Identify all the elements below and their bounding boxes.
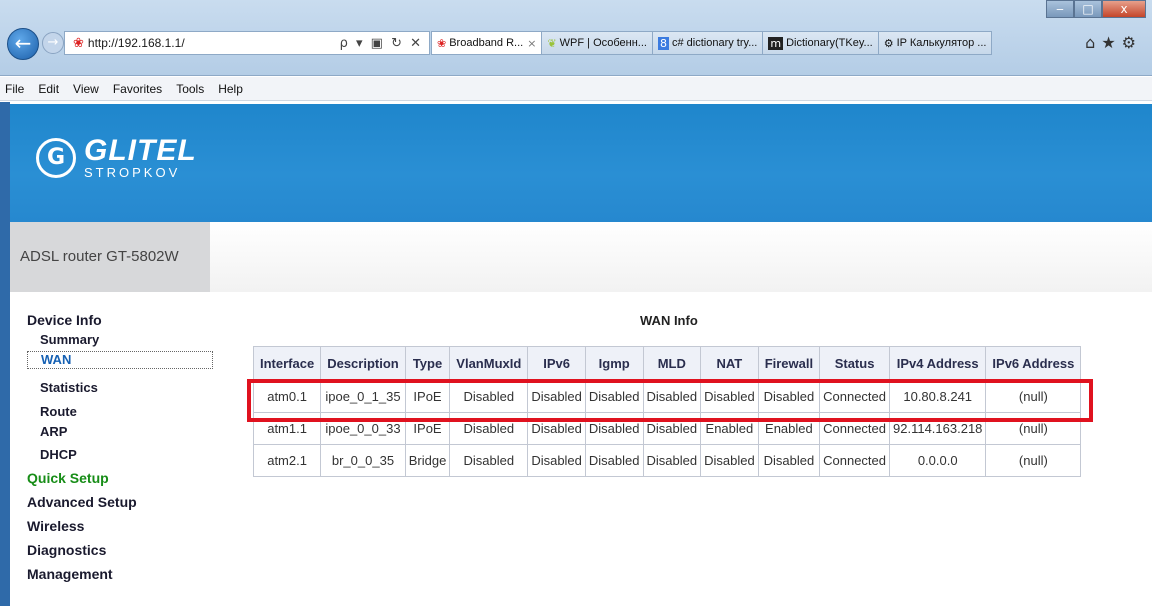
glitel-logo: G GLITEL STROPKOV (36, 136, 197, 180)
tab-close-icon[interactable]: × (527, 37, 536, 50)
model-box: ADSL router GT-5802W (10, 222, 210, 292)
tab-label: WPF | Особенн... (559, 37, 647, 49)
router-page: G GLITEL STROPKOV ADSL router GT-5802W D… (0, 102, 1152, 606)
col-mld: MLD (642, 346, 702, 381)
col-igmp: Igmp (584, 346, 644, 381)
sidebar-item-summary[interactable]: Summary (40, 332, 99, 347)
table-row: atm2.1 br_0_0_35 Bridge Disabled Disable… (252, 444, 1082, 477)
star-icon[interactable]: ★ (1101, 33, 1121, 52)
back-arrow-icon[interactable]: ← (7, 28, 39, 60)
sidebar-item-diagnostics[interactable]: Diagnostics (27, 542, 106, 558)
col-nat: NAT (700, 346, 759, 381)
sidebar-item-route[interactable]: Route (40, 404, 77, 419)
cell: Disabled (700, 444, 759, 477)
sidebar-item-management[interactable]: Management (27, 566, 113, 582)
tab-dictionary[interactable]: m Dictionary(TKey... (763, 31, 879, 55)
huawei-icon: ❀ (437, 36, 447, 50)
logo-word: GLITEL (84, 134, 197, 167)
table-header-row: Interface Description Type VlanMuxId IPv… (252, 346, 1082, 381)
cell: Disabled (757, 444, 821, 477)
col-firewall: Firewall (757, 346, 821, 381)
cell: Disabled (584, 444, 644, 477)
col-type: Type (404, 346, 451, 381)
cell: Disabled (449, 444, 529, 477)
cell: Bridge (404, 444, 451, 477)
menu-file[interactable]: File (5, 82, 24, 96)
huawei-icon: ❀ (73, 35, 84, 51)
router-header: G GLITEL STROPKOV (10, 104, 1152, 222)
menu-help[interactable]: Help (218, 82, 243, 96)
col-status: Status (819, 346, 890, 381)
cell: atm2.1 (252, 444, 322, 477)
close-icon[interactable]: x (1102, 0, 1146, 18)
col-ipv6-address: IPv6 Address (985, 346, 1082, 381)
tab-label: Dictionary(TKey... (786, 37, 873, 49)
col-vlanmuxid: VlanMuxId (449, 346, 529, 381)
address-tools-icons[interactable]: ρ ▾ ▣ ↻ ✕ (340, 36, 423, 51)
leaf-icon: ❦ (547, 36, 557, 50)
tab-label: Broadband R... (449, 37, 524, 49)
cell: (null) (985, 444, 1082, 477)
model-bar: ADSL router GT-5802W (10, 222, 1152, 292)
window-controls: ‒ □ x (1046, 0, 1146, 18)
col-ipv4-address: IPv4 Address (888, 346, 987, 381)
tab-google[interactable]: 8 c# dictionary try... (652, 31, 764, 55)
cell: Disabled (642, 444, 702, 477)
menu-tools[interactable]: Tools (176, 82, 204, 96)
menu-view[interactable]: View (73, 82, 99, 96)
col-description: Description (320, 346, 406, 381)
cell: br_0_0_35 (320, 444, 406, 477)
home-icon[interactable]: ⌂ (1085, 33, 1101, 52)
sidebar-item-wan[interactable]: WAN (27, 351, 213, 369)
tab-label: IP Калькулятор ... (896, 37, 987, 49)
msdn-icon: m (768, 36, 784, 50)
tab-strip: ❀ Broadband R... × ❦ WPF | Особенн... 8 … (431, 31, 993, 55)
wan-info-title: WAN Info (640, 313, 698, 328)
menu-favorites[interactable]: Favorites (113, 82, 162, 96)
tab-wpf[interactable]: ❦ WPF | Особенн... (542, 31, 653, 55)
sidebar-item-device-info[interactable]: Device Info (27, 312, 102, 328)
gear-site-icon: ⚙ (883, 36, 894, 50)
browser-right-icons: ⌂★⚙ (1085, 33, 1142, 52)
page-left-edge (0, 102, 10, 606)
logo-subtitle: STROPKOV (84, 165, 181, 180)
menu-edit[interactable]: Edit (38, 82, 59, 96)
sidebar-item-dhcp[interactable]: DHCP (40, 447, 77, 462)
col-interface: Interface (252, 346, 322, 381)
maximize-icon[interactable]: □ (1074, 0, 1102, 18)
glitel-logo-icon: G (36, 138, 76, 178)
tab-label: c# dictionary try... (671, 37, 758, 49)
settings-gear-icon[interactable]: ⚙ (1122, 33, 1142, 52)
cell: Disabled (527, 444, 586, 477)
tab-broadband[interactable]: ❀ Broadband R... × (431, 31, 543, 55)
highlight-box (247, 379, 1093, 422)
col-ipv6: IPv6 (527, 346, 586, 381)
tab-ip-calc[interactable]: ⚙ IP Калькулятор ... (878, 31, 993, 55)
sidebar: Device Info Summary WAN Statistics Route… (10, 292, 213, 606)
google-icon: 8 (657, 36, 669, 50)
sidebar-item-advanced-setup[interactable]: Advanced Setup (27, 494, 137, 510)
menu-bar: File Edit View Favorites Tools Help (0, 77, 1152, 101)
model-name: ADSL router GT-5802W (20, 248, 179, 265)
sidebar-item-statistics[interactable]: Statistics (40, 380, 98, 395)
sidebar-item-arp[interactable]: ARP (40, 424, 67, 439)
address-text[interactable]: http://192.168.1.1/ (88, 36, 340, 50)
sidebar-item-wireless[interactable]: Wireless (27, 518, 84, 534)
forward-arrow-icon[interactable]: → (42, 32, 64, 54)
sidebar-item-quick-setup[interactable]: Quick Setup (27, 470, 109, 486)
address-bar[interactable]: ❀ http://192.168.1.1/ ρ ▾ ▣ ↻ ✕ (64, 31, 430, 55)
minimize-icon[interactable]: ‒ (1046, 0, 1074, 18)
cell: 0.0.0.0 (888, 444, 987, 477)
browser-nav-row: ← → ❀ http://192.168.1.1/ ρ ▾ ▣ ↻ ✕ ❀ Br… (0, 22, 1152, 66)
cell: Connected (819, 444, 890, 477)
